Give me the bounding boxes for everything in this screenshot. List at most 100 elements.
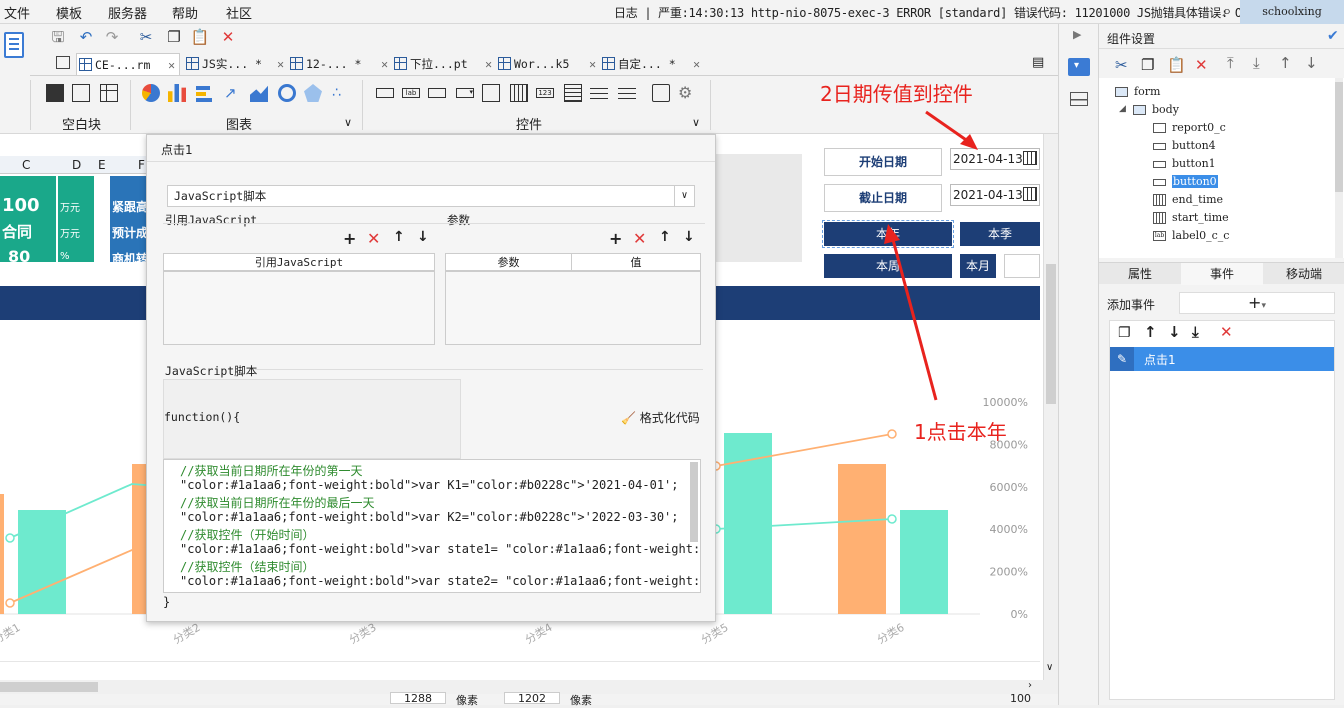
checkbox-group-icon[interactable] — [590, 84, 608, 102]
menu-help[interactable]: 帮助 — [172, 3, 198, 22]
number-widget-icon[interactable]: 123 — [536, 88, 554, 98]
widget-panel-icon[interactable]: ▾ — [1068, 58, 1090, 76]
edit-check-icon[interactable]: ✔ — [1327, 28, 1339, 44]
combobox-widget-icon[interactable]: ▾ — [456, 88, 474, 98]
move-down-param-icon[interactable]: ↓ — [683, 229, 695, 245]
delete-icon[interactable]: ✕ — [1195, 56, 1208, 74]
tab-menu-icon[interactable]: ▤ — [1032, 55, 1044, 70]
menu-file[interactable]: 文件 — [4, 3, 30, 22]
tab-1[interactable]: JS实... * ✕ — [184, 53, 288, 75]
search-icon[interactable]: ⌕ — [1214, 1, 1240, 23]
move-up-icon[interactable]: ↑ — [1279, 54, 1292, 72]
collapse-arrow-icon[interactable]: ▶ — [1073, 28, 1081, 41]
calendar-icon[interactable] — [1023, 187, 1037, 201]
canvas-height-field[interactable]: 1202 — [504, 692, 560, 705]
move-top-icon[interactable]: ⤒ — [1227, 54, 1234, 72]
delete-icon[interactable]: ✕ — [218, 27, 238, 47]
radar-chart-icon[interactable] — [304, 84, 322, 102]
scroll-down-icon[interactable]: ∨ — [1046, 662, 1053, 673]
widget-expand-icon[interactable]: ∨ — [692, 116, 700, 129]
event-list[interactable]: ❐ ↑ ↓ ⤓ ✕ ✎ 点击1 — [1109, 320, 1335, 700]
menu-server[interactable]: 服务器 — [108, 3, 147, 22]
tree-item-button4[interactable]: button4 — [1153, 139, 1216, 152]
area-chart-icon[interactable] — [250, 85, 268, 102]
move-down-icon[interactable]: ↓ — [1305, 54, 1318, 72]
gauge-chart-icon[interactable] — [278, 84, 296, 102]
cut-icon[interactable]: ✂ — [136, 27, 156, 47]
tree-item-button1[interactable]: button1 — [1153, 157, 1216, 170]
line-chart-icon[interactable]: ↗ — [224, 84, 242, 102]
paste-icon[interactable]: 📋 — [190, 27, 210, 47]
ref-js-table[interactable]: 引用JavaScript — [163, 253, 435, 345]
tree-item-button0[interactable]: button0 — [1153, 175, 1218, 188]
tab-mobile[interactable]: 移动端 — [1263, 263, 1344, 285]
zoom-value[interactable]: 100 — [1010, 692, 1031, 705]
move-bottom-icon[interactable]: ⤓ — [1253, 54, 1260, 72]
vscroll-thumb[interactable] — [1046, 264, 1056, 404]
event-item-click1[interactable]: ✎ 点击1 — [1110, 347, 1334, 371]
textfield-widget-icon[interactable] — [428, 88, 446, 98]
move-bottom-event-icon[interactable]: ⤓ — [1192, 323, 1199, 341]
tab-4[interactable]: Wor...k5 ✕ — [496, 53, 600, 75]
tree-item-report0_c[interactable]: report0_c — [1153, 121, 1226, 134]
move-up-param-icon[interactable]: ↑ — [659, 229, 671, 245]
blank-block-icon-3[interactable] — [100, 84, 118, 102]
code-editor[interactable]: //获取当前日期所在年份的第一天 "color:#1a1aa6;font-weig… — [163, 459, 701, 593]
move-up-ref-icon[interactable]: ↑ — [393, 229, 405, 245]
label-widget-icon[interactable]: lab — [402, 88, 420, 98]
script-type-select[interactable]: JavaScript脚本 ∨ — [167, 185, 695, 207]
redo-icon[interactable]: ↷ — [102, 27, 122, 47]
textarea-widget-icon[interactable] — [564, 84, 582, 102]
tree-item-end_time[interactable]: end_time — [1153, 193, 1223, 206]
preview-widget-icon[interactable] — [652, 84, 670, 102]
vertical-scrollbar[interactable]: ∨ — [1044, 134, 1058, 680]
button-widget-icon[interactable] — [376, 88, 394, 98]
grid-view-icon[interactable] — [56, 56, 70, 69]
template-icon[interactable] — [4, 32, 24, 58]
date-widget-icon[interactable] — [510, 84, 528, 102]
user-name[interactable]: schoolxing — [1240, 0, 1344, 24]
code-scroll-thumb[interactable] — [690, 462, 698, 542]
hbar-chart-icon[interactable] — [196, 84, 214, 102]
tab-3[interactable]: 下拉...pt ✕ — [392, 53, 496, 75]
scatter-chart-icon[interactable]: ∴ — [332, 84, 350, 102]
format-code-button[interactable]: 🧹 格式化代码 — [621, 409, 700, 426]
settings-gear-icon[interactable]: ⚙ — [678, 84, 696, 102]
tree-item-label0_c_c[interactable]: lab label0_c_c — [1153, 229, 1229, 242]
hscroll-thumb[interactable] — [0, 682, 98, 692]
empty-widget[interactable] — [1004, 254, 1040, 278]
radio-group-icon[interactable] — [618, 84, 636, 102]
add-ref-js-icon[interactable]: + — [343, 229, 356, 248]
component-tree[interactable]: form ◢ body report0_c button4 button1 bu… — [1099, 78, 1344, 258]
paste-icon[interactable]: 📋 — [1167, 56, 1186, 74]
remove-param-icon[interactable]: ✕ — [633, 229, 646, 248]
scroll-right-icon[interactable]: › — [1028, 680, 1032, 691]
menu-community[interactable]: 社区 — [226, 3, 252, 22]
tree-item-start_time[interactable]: start_time — [1153, 211, 1229, 224]
tree-item-body[interactable]: body — [1133, 103, 1179, 116]
tree-widget-icon[interactable] — [482, 84, 500, 102]
tab-5[interactable]: 自定... * ✕ — [600, 53, 704, 75]
calendar-icon[interactable] — [1023, 151, 1037, 165]
copy-icon[interactable]: ❐ — [164, 27, 184, 47]
move-up-event-icon[interactable]: ↑ — [1144, 323, 1157, 341]
chart-expand-icon[interactable]: ∨ — [344, 116, 352, 129]
tab-events[interactable]: 事件 — [1181, 263, 1263, 285]
copy-event-icon[interactable]: ❐ — [1118, 325, 1131, 341]
add-event-dropdown[interactable]: +▾ — [1179, 292, 1335, 314]
cut-icon[interactable]: ✂ — [1115, 56, 1128, 74]
blank-block-icon-2[interactable] — [72, 84, 90, 102]
params-table[interactable]: 参数 值 — [445, 253, 701, 345]
tab-0[interactable]: CE-...rm ✕ — [76, 53, 180, 75]
delete-event-icon[interactable]: ✕ — [1220, 323, 1233, 341]
remove-ref-js-icon[interactable]: ✕ — [367, 229, 380, 248]
move-down-ref-icon[interactable]: ↓ — [417, 229, 429, 245]
undo-icon[interactable]: ↶ — [76, 27, 96, 47]
tab-properties[interactable]: 属性 — [1099, 263, 1181, 285]
blank-block-icon-1[interactable] — [46, 84, 64, 102]
add-param-icon[interactable]: + — [609, 229, 622, 248]
copy-icon[interactable]: ❐ — [1141, 56, 1154, 74]
edit-pencil-icon[interactable]: ✎ — [1110, 347, 1134, 371]
tree-item-form[interactable]: form — [1115, 85, 1160, 98]
dropdown-chevron-icon[interactable]: ∨ — [674, 186, 694, 206]
